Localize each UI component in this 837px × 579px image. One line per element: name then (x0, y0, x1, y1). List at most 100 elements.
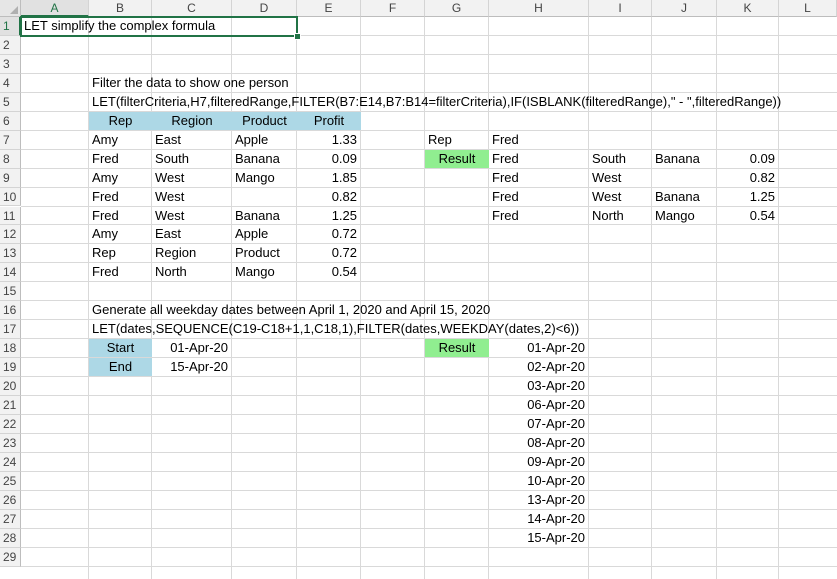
result-cell[interactable]: Fred (489, 150, 589, 168)
date-result-cell[interactable]: 15-Apr-20 (489, 529, 589, 547)
table-cell[interactable]: Region (152, 244, 232, 262)
date-result-cell[interactable]: 06-Apr-20 (489, 396, 589, 414)
row-header-8[interactable]: 8 (0, 149, 21, 169)
date-result-cell[interactable]: 08-Apr-20 (489, 434, 589, 452)
column-header-h[interactable]: H (489, 0, 589, 17)
table-cell[interactable] (232, 188, 297, 206)
table-cell[interactable]: Rep (89, 244, 152, 262)
row-header-20[interactable]: 20 (0, 377, 21, 396)
result-label[interactable]: Result (425, 149, 489, 168)
table-cell[interactable]: 0.72 (297, 244, 361, 262)
row-header-29[interactable]: 29 (0, 547, 21, 567)
table-cell[interactable]: Fred (89, 207, 152, 225)
table-cell[interactable]: Banana (232, 150, 297, 168)
table-cell[interactable]: Amy (89, 169, 152, 187)
table-cell[interactable]: Apple (232, 131, 297, 149)
table-cell[interactable]: 1.25 (297, 207, 361, 225)
table-cell[interactable]: Amy (89, 225, 152, 243)
date-result-cell[interactable]: 01-Apr-20 (489, 339, 589, 357)
table-cell[interactable]: North (152, 263, 232, 281)
column-header-k[interactable]: K (717, 0, 779, 17)
table-cell[interactable]: 1.33 (297, 131, 361, 149)
row-header-4[interactable]: 4 (0, 73, 21, 93)
date-result-cell[interactable]: 07-Apr-20 (489, 415, 589, 433)
row-header-2[interactable]: 2 (0, 35, 21, 55)
section1-heading[interactable]: Filter the data to show one person (89, 74, 289, 92)
result-cell[interactable]: 0.82 (717, 169, 779, 187)
row-header-27[interactable]: 27 (0, 509, 21, 529)
end-date-input[interactable]: 15-Apr-20 (152, 358, 232, 376)
column-header-g[interactable]: G (425, 0, 489, 17)
row-header-16[interactable]: 16 (0, 301, 21, 321)
row-header-25[interactable]: 25 (0, 471, 21, 491)
result-cell[interactable]: 0.09 (717, 150, 779, 168)
column-header-e[interactable]: E (297, 0, 361, 17)
result-cell[interactable]: Fred (489, 207, 589, 225)
table-header-product[interactable]: Product (232, 111, 297, 130)
section2-formula[interactable]: LET(dates,SEQUENCE(C19-C18+1,1,C18,1),FI… (89, 320, 579, 338)
row-header-26[interactable]: 26 (0, 490, 21, 510)
row-header-14[interactable]: 14 (0, 263, 21, 283)
row-header-22[interactable]: 22 (0, 414, 21, 434)
row-header-9[interactable]: 9 (0, 168, 21, 188)
start-date-input[interactable]: 01-Apr-20 (152, 339, 232, 357)
table-cell[interactable]: Apple (232, 225, 297, 243)
table-cell[interactable]: Product (232, 244, 297, 262)
table-cell[interactable]: East (152, 131, 232, 149)
result-cell[interactable] (652, 169, 717, 187)
result-cell[interactable]: Fred (489, 169, 589, 187)
table-cell[interactable]: West (152, 188, 232, 206)
row-header-6[interactable]: 6 (0, 111, 21, 131)
table-cell[interactable]: South (152, 150, 232, 168)
result-cell[interactable]: South (589, 150, 652, 168)
select-all-corner[interactable] (0, 0, 21, 17)
column-header-a[interactable]: A (21, 0, 89, 17)
row-header-28[interactable]: 28 (0, 528, 21, 548)
row-header-10[interactable]: 10 (0, 187, 21, 207)
row-header-19[interactable]: 19 (0, 358, 21, 378)
table-cell[interactable]: 0.09 (297, 150, 361, 168)
column-header-f[interactable]: F (361, 0, 425, 17)
dates-result-label[interactable]: Result (425, 339, 489, 358)
result-cell[interactable]: West (589, 188, 652, 206)
table-cell[interactable]: West (152, 207, 232, 225)
column-header-l[interactable]: L (779, 0, 837, 17)
table-header-profit[interactable]: Profit (297, 111, 361, 130)
table-cell[interactable]: 1.85 (297, 169, 361, 187)
date-result-cell[interactable]: 03-Apr-20 (489, 377, 589, 395)
row-header-3[interactable]: 3 (0, 54, 21, 74)
row-header-12[interactable]: 12 (0, 225, 21, 245)
table-cell[interactable]: Fred (89, 188, 152, 206)
table-cell[interactable]: 0.54 (297, 263, 361, 281)
table-cell[interactable]: East (152, 225, 232, 243)
column-header-b[interactable]: B (89, 0, 152, 17)
result-cell[interactable]: Fred (489, 188, 589, 206)
date-result-cell[interactable]: 13-Apr-20 (489, 491, 589, 509)
section2-heading[interactable]: Generate all weekday dates between April… (89, 301, 490, 319)
row-header-1[interactable]: 1 (0, 17, 21, 36)
end-label[interactable]: End (89, 358, 152, 377)
result-cell[interactable]: North (589, 207, 652, 225)
result-cell[interactable]: Banana (652, 150, 717, 168)
table-cell[interactable]: Fred (89, 263, 152, 281)
row-header-24[interactable]: 24 (0, 452, 21, 472)
table-cell[interactable]: 0.72 (297, 225, 361, 243)
row-header-21[interactable]: 21 (0, 396, 21, 415)
table-header-rep[interactable]: Rep (89, 111, 152, 130)
row-header-7[interactable]: 7 (0, 130, 21, 150)
table-cell[interactable]: Fred (89, 150, 152, 168)
column-header-d[interactable]: D (232, 0, 297, 17)
table-cell[interactable]: Mango (232, 263, 297, 281)
row-header-23[interactable]: 23 (0, 433, 21, 453)
row-header-5[interactable]: 5 (0, 92, 21, 112)
column-header-i[interactable]: I (589, 0, 652, 17)
result-cell[interactable]: 0.54 (717, 207, 779, 225)
row-header-13[interactable]: 13 (0, 244, 21, 264)
rep-label[interactable]: Rep (425, 131, 489, 149)
table-cell[interactable]: Mango (232, 169, 297, 187)
row-header-11[interactable]: 11 (0, 206, 21, 226)
row-header-18[interactable]: 18 (0, 339, 21, 359)
section1-formula[interactable]: LET(filterCriteria,H7,filteredRange,FILT… (89, 93, 781, 111)
start-label[interactable]: Start (89, 339, 152, 358)
table-cell[interactable]: West (152, 169, 232, 187)
